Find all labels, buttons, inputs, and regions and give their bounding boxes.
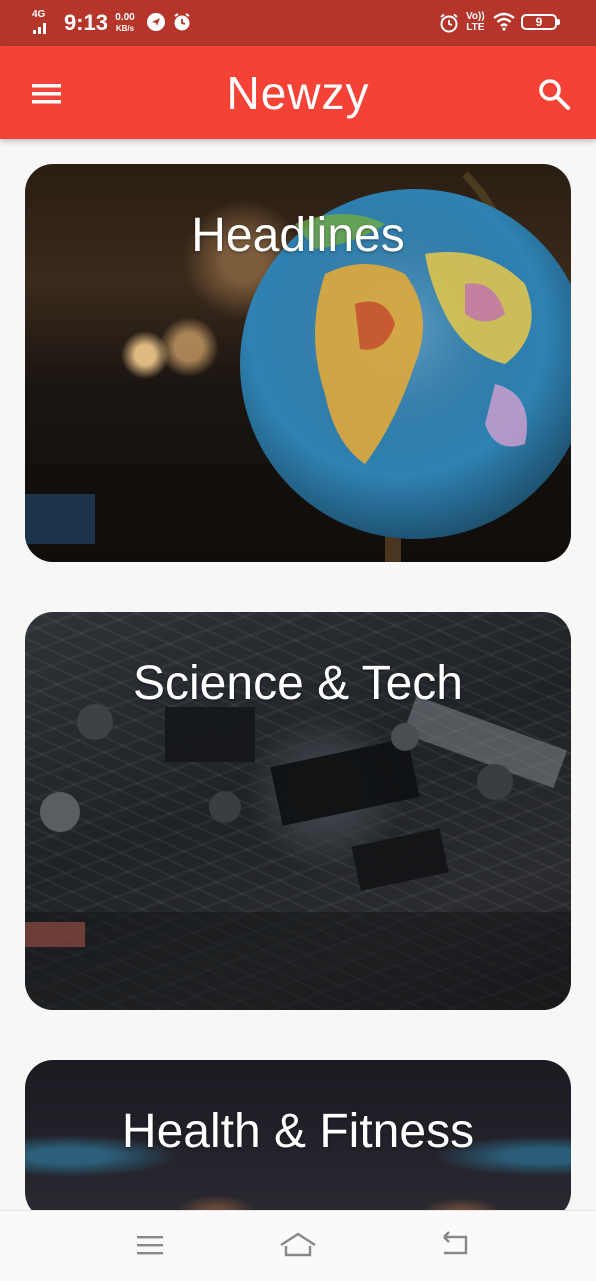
- card-title-health-fitness: Health & Fitness: [121, 1105, 475, 1158]
- speed-unit: KB/s: [115, 24, 135, 33]
- category-card-health-fitness[interactable]: Health & Fitness: [25, 1060, 571, 1220]
- speed-value: 0.00: [115, 12, 135, 23]
- volte-indicator: Vo)) LTE: [466, 11, 485, 33]
- alarm-icon: [174, 13, 190, 31]
- network-type: 4G: [32, 9, 46, 20]
- app-bar: Newzy: [0, 46, 596, 139]
- network-speed: 0.00 KB/s: [114, 12, 136, 34]
- battery-icon: 9: [521, 14, 560, 30]
- status-time: 9:13: [64, 10, 109, 35]
- wifi-icon: [493, 12, 515, 31]
- card-title-science-tech: Science & Tech: [133, 657, 463, 710]
- search-icon: [539, 79, 570, 110]
- search-button[interactable]: [532, 72, 576, 116]
- category-card-headlines[interactable]: Headlines: [25, 164, 571, 562]
- volte-top: Vo)): [466, 11, 485, 22]
- alarm-icon: [440, 13, 458, 33]
- back-icon[interactable]: [438, 1229, 472, 1261]
- menu-lines-icon[interactable]: [134, 1229, 166, 1261]
- status-bar: 4G 9:13 0.00 KB/s Vo)) LTE 9: [0, 0, 596, 46]
- category-card-science-tech[interactable]: Science & Tech: [25, 612, 571, 1010]
- system-nav-bar: [0, 1210, 596, 1281]
- app-title: Newzy: [226, 67, 370, 119]
- home-icon[interactable]: [278, 1229, 318, 1261]
- location-icon: [147, 13, 165, 31]
- volte-bottom: LTE: [466, 22, 485, 33]
- signal-icon: 4G: [32, 10, 54, 34]
- card-title-headlines: Headlines: [191, 209, 405, 262]
